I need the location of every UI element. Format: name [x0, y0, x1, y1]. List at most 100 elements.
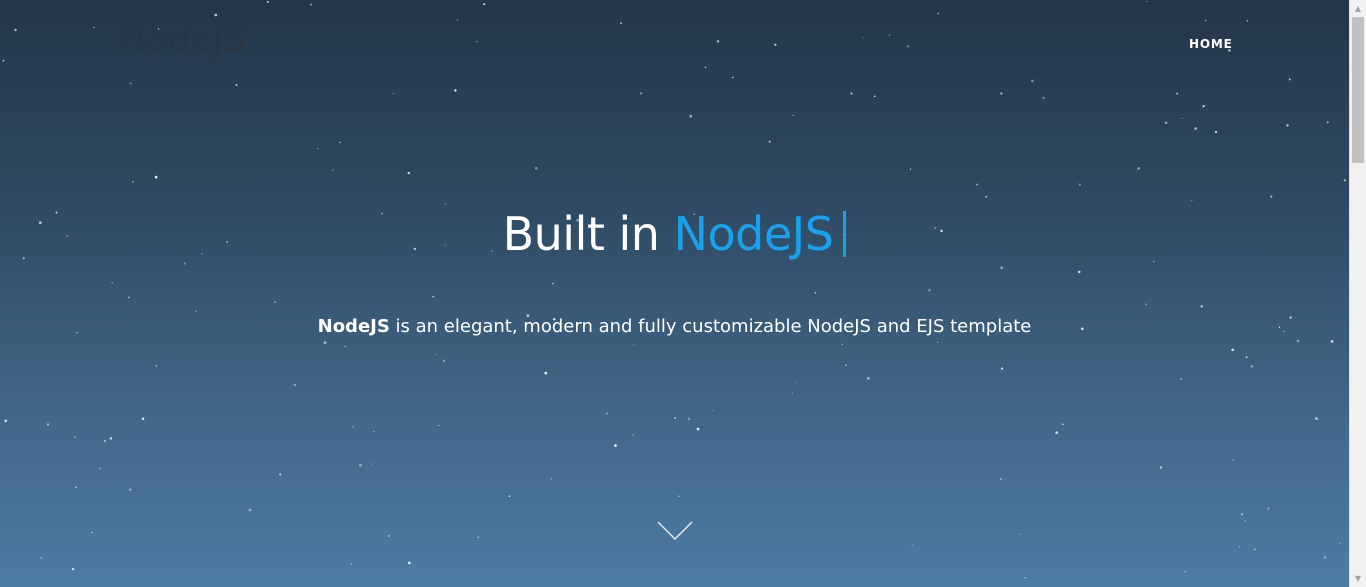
star — [850, 92, 853, 95]
star — [392, 92, 394, 95]
star — [841, 343, 843, 346]
star — [14, 28, 17, 32]
star — [483, 3, 486, 6]
star — [266, 0, 269, 3]
page-scrollbar[interactable]: ▲ ▼ — [1349, 0, 1366, 587]
star — [444, 203, 446, 205]
star — [620, 22, 622, 25]
star — [712, 409, 714, 411]
star — [1246, 20, 1249, 22]
subtitle-text: is an elegant, modern and fully customiz… — [389, 316, 1032, 337]
star — [359, 463, 362, 467]
star — [438, 424, 440, 427]
star — [1231, 348, 1235, 352]
star — [1296, 339, 1300, 343]
subtitle-brand: NodeJS — [317, 316, 390, 337]
star — [1000, 266, 1003, 269]
star — [1204, 19, 1207, 22]
star — [614, 444, 617, 447]
star — [732, 76, 734, 79]
star — [936, 341, 939, 344]
star — [407, 171, 411, 175]
star — [1180, 378, 1182, 380]
scrollbar-thumb[interactable] — [1352, 17, 1364, 163]
star — [128, 488, 132, 491]
star — [976, 183, 979, 186]
star — [1330, 340, 1334, 343]
star — [1001, 367, 1004, 370]
star — [1194, 127, 1197, 130]
star — [704, 66, 707, 69]
star — [1146, 0, 1148, 3]
star — [1267, 507, 1270, 510]
star — [1176, 92, 1179, 95]
star — [1315, 417, 1318, 420]
star — [1145, 303, 1148, 306]
star — [1137, 167, 1141, 170]
scroll-up-arrow-icon[interactable]: ▲ — [1350, 0, 1366, 17]
headline-typed-word: NodeJS — [673, 207, 834, 261]
star — [632, 434, 634, 436]
star — [687, 417, 691, 420]
star — [132, 181, 134, 183]
star — [605, 412, 608, 415]
star — [814, 291, 817, 294]
star — [214, 13, 218, 17]
nav-home-link[interactable]: HOME — [1189, 37, 1233, 51]
star — [674, 417, 677, 419]
star — [1339, 542, 1341, 544]
star — [866, 377, 870, 380]
star — [768, 140, 771, 143]
star — [46, 423, 50, 426]
star — [508, 495, 511, 498]
star — [937, 12, 940, 15]
star — [71, 567, 75, 571]
star — [195, 310, 197, 312]
chevron-down-icon[interactable] — [656, 518, 694, 542]
star — [1184, 570, 1187, 573]
star — [128, 296, 130, 299]
star — [294, 384, 296, 386]
hero-subtitle: NodeJS is an elegant, modern and fully c… — [0, 316, 1349, 337]
star — [91, 531, 93, 534]
star — [183, 262, 187, 265]
star — [4, 419, 8, 423]
star — [387, 534, 390, 538]
star — [111, 282, 113, 284]
star — [1286, 124, 1289, 127]
star — [999, 478, 1002, 480]
star — [1238, 546, 1241, 548]
star — [274, 301, 276, 303]
star — [689, 114, 693, 118]
site-logo[interactable]: NodeJS — [120, 20, 246, 60]
star — [352, 426, 354, 428]
star — [845, 364, 847, 367]
star — [476, 40, 478, 43]
star — [1020, 533, 1022, 535]
star — [535, 167, 538, 170]
star — [909, 168, 912, 170]
star — [1181, 117, 1183, 119]
star — [633, 344, 635, 346]
star — [332, 169, 334, 171]
star — [408, 561, 411, 565]
star — [1200, 305, 1203, 308]
star — [1000, 92, 1003, 95]
star — [862, 37, 864, 39]
hero-headline: Built in NodeJS — [0, 207, 1349, 261]
scroll-down-arrow-icon[interactable]: ▼ — [1350, 570, 1366, 587]
star — [443, 359, 446, 362]
star — [103, 440, 106, 442]
star — [235, 84, 238, 86]
star — [155, 365, 158, 367]
star — [279, 473, 282, 476]
star — [873, 95, 876, 98]
headline-prefix: Built in — [502, 207, 660, 261]
star — [1244, 520, 1247, 522]
star — [906, 45, 910, 48]
star — [1270, 195, 1273, 198]
star — [928, 289, 931, 292]
star — [1214, 130, 1218, 134]
star — [1055, 431, 1059, 435]
star — [716, 40, 720, 43]
